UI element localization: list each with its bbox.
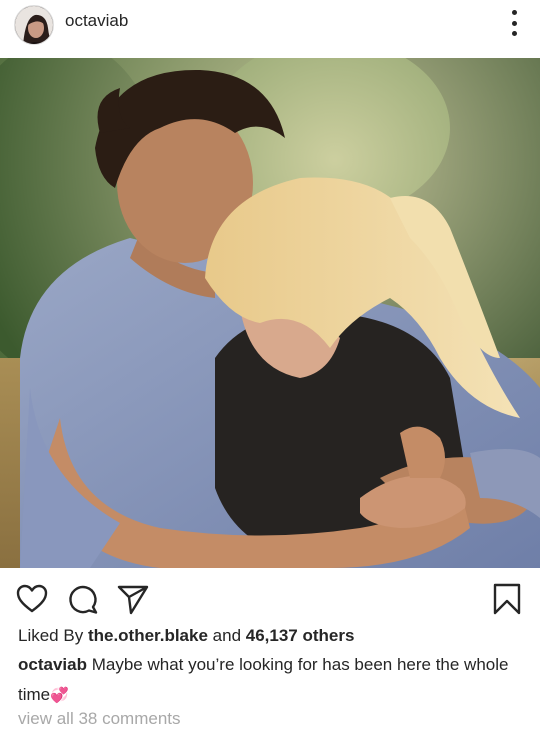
post-actions	[0, 578, 540, 620]
avatar[interactable]	[14, 5, 54, 45]
comment-icon[interactable]	[66, 582, 100, 616]
caption-username[interactable]: octaviab	[18, 655, 87, 674]
likes-middle: and	[212, 626, 242, 645]
bookmark-icon[interactable]	[490, 582, 524, 616]
likes-prefix: Liked By	[18, 626, 84, 645]
caption-text: Maybe what you’re looking for has been h…	[18, 655, 509, 704]
likes-summary: Liked By the.other.blake and 46,137 othe…	[18, 626, 354, 646]
post-caption: octaviab Maybe what you’re looking for h…	[18, 650, 523, 710]
likes-count[interactable]: 46,137 others	[246, 626, 355, 645]
more-options-icon[interactable]	[502, 10, 526, 36]
view-comments-link[interactable]: view all 38 comments	[18, 709, 181, 729]
heart-icon[interactable]	[15, 582, 49, 616]
post-image[interactable]	[0, 58, 540, 568]
post-header: octaviab	[0, 0, 540, 50]
send-icon[interactable]	[116, 582, 150, 616]
caption-emoji: 💞	[50, 686, 69, 704]
liked-by-user[interactable]: the.other.blake	[88, 626, 208, 645]
post-username[interactable]: octaviab	[65, 11, 128, 31]
